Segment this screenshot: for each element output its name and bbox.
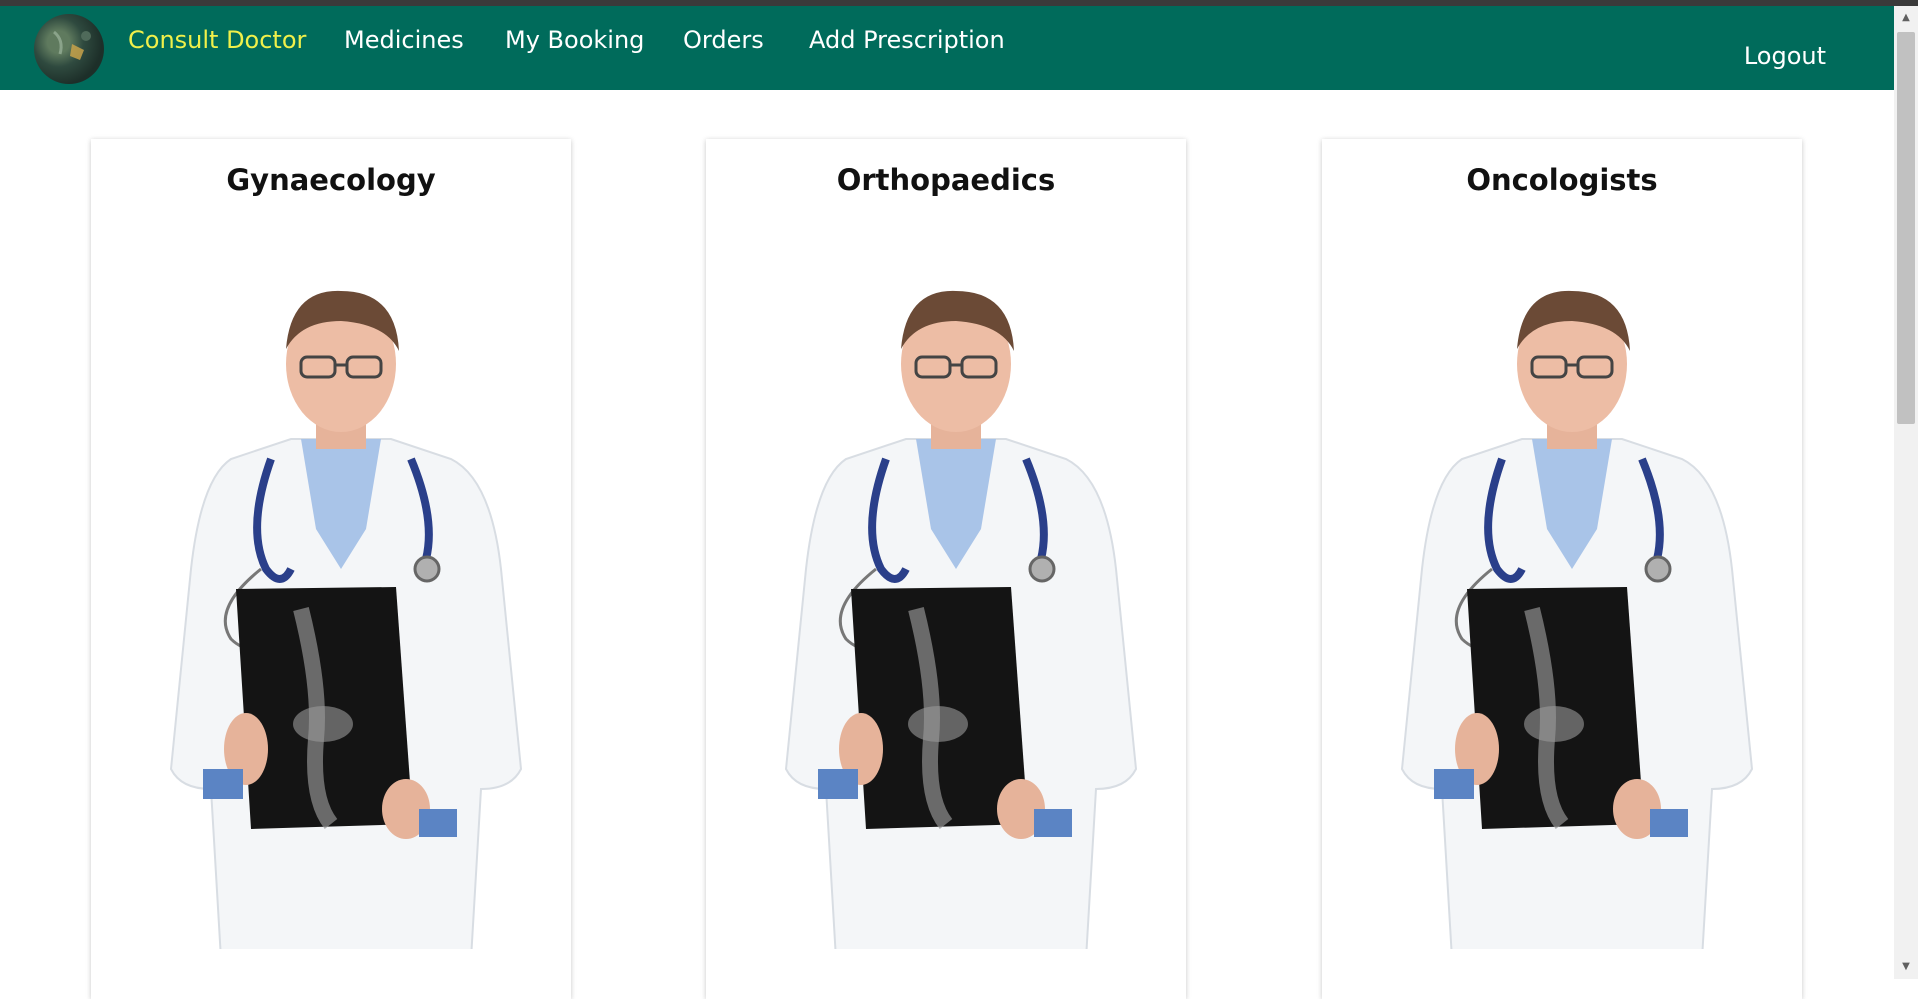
specialty-card-orthopaedics[interactable]: Orthopaedics [706, 139, 1186, 999]
specialty-card-gynaecology[interactable]: Gynaecology [91, 139, 571, 999]
clinic-logo-icon[interactable] [34, 14, 104, 84]
nav-add-prescription[interactable]: Add Prescription [809, 18, 1005, 62]
nav-consult-doctor[interactable]: Consult Doctor [128, 18, 306, 62]
card-title: Oncologists [1466, 163, 1658, 197]
nav-my-booking[interactable]: My Booking [505, 18, 644, 62]
card-title: Orthopaedics [836, 163, 1056, 197]
nav-medicines[interactable]: Medicines [344, 18, 464, 62]
doctor-photo [784, 290, 1138, 949]
nav-orders[interactable]: Orders [683, 18, 764, 62]
scroll-down-icon[interactable]: ▼ [1894, 955, 1918, 979]
doctor-photo [1400, 290, 1754, 949]
card-title: Gynaecology [226, 163, 436, 197]
scrollbar-thumb[interactable] [1897, 32, 1915, 424]
specialty-cards: Gynaecology Orthopaedics Oncologists [0, 90, 1894, 999]
scroll-up-icon[interactable]: ▲ [1894, 6, 1918, 30]
specialty-card-oncologists[interactable]: Oncologists [1322, 139, 1802, 999]
top-navbar: Consult Doctor Medicines My Booking Orde… [0, 6, 1894, 90]
logout-button[interactable]: Logout [1744, 34, 1826, 78]
vertical-scrollbar[interactable]: ▲ ▼ [1894, 6, 1918, 979]
doctor-photo [169, 290, 523, 949]
